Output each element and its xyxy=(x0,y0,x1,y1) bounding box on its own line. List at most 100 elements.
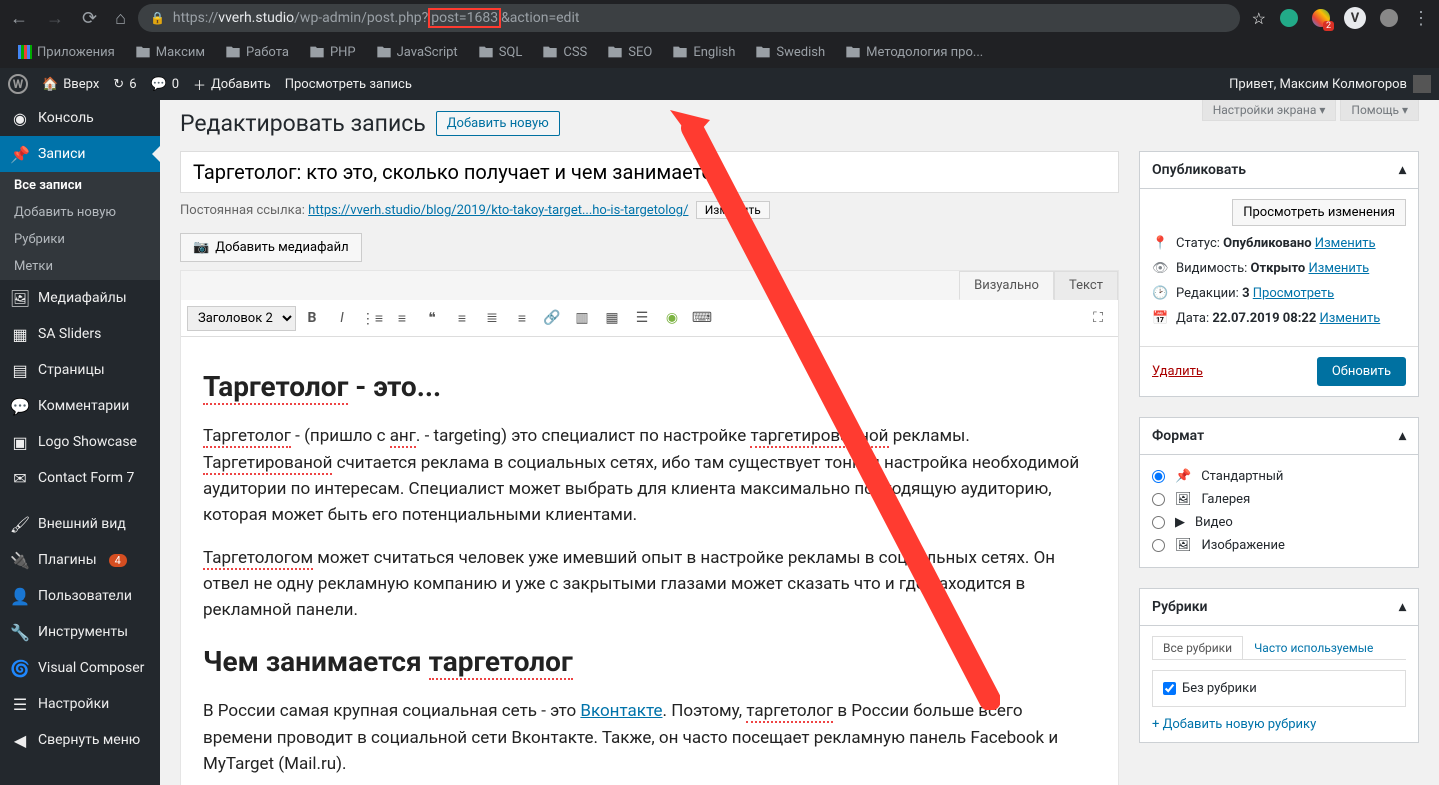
submenu-categories[interactable]: Рубрики xyxy=(0,226,160,253)
bookmark-folder[interactable]: JavaScript xyxy=(368,42,466,62)
bookmark-folder[interactable]: Методология про... xyxy=(837,42,991,62)
bookmarks-apps[interactable]: Приложения xyxy=(10,43,123,62)
align-left-button[interactable]: ≡ xyxy=(448,304,476,332)
menu-settings[interactable]: ☰Настройки xyxy=(0,686,160,722)
more-button[interactable]: ▥ xyxy=(568,304,596,332)
gallery-icon: 🖼 xyxy=(1175,492,1192,507)
profile-avatar[interactable]: V xyxy=(1344,7,1366,29)
extra-button[interactable]: ◉ xyxy=(658,304,686,332)
link-button[interactable]: 🔗 xyxy=(538,304,566,332)
extension-notifier-icon[interactable] xyxy=(1312,9,1330,27)
publish-panel-header[interactable]: Опубликовать▴ xyxy=(1140,152,1418,189)
menu-contact-form[interactable]: ✉Contact Form 7 xyxy=(0,460,160,496)
menu-dashboard[interactable]: ◉Консоль xyxy=(0,100,160,136)
preview-changes-button[interactable]: Просмотреть изменения xyxy=(1232,199,1406,226)
update-button[interactable]: Обновить xyxy=(1317,357,1406,386)
category-checkbox[interactable] xyxy=(1163,682,1176,695)
adminbar-view-post[interactable]: Просмотреть запись xyxy=(285,77,412,92)
dashboard-icon: ◉ xyxy=(10,108,30,128)
menu-pages[interactable]: ▤Страницы xyxy=(0,352,160,388)
wp-logo-icon[interactable]: W xyxy=(8,74,28,94)
readmore-button[interactable]: ☰ xyxy=(628,304,656,332)
user-avatar-icon[interactable] xyxy=(1413,75,1431,93)
categories-panel-header[interactable]: Рубрики▴ xyxy=(1140,589,1418,626)
bookmark-star-icon[interactable]: ☆ xyxy=(1252,9,1266,28)
menu-media[interactable]: 🖼Медиафайлы xyxy=(0,280,160,316)
permalink-edit-button[interactable]: Изменить xyxy=(696,201,770,219)
url-text: https://vverh.studio/wp-admin/post.php?p… xyxy=(173,10,580,26)
delete-link[interactable]: Удалить xyxy=(1152,364,1203,379)
adminbar-updates[interactable]: ↻6 xyxy=(113,77,136,92)
adminbar-add[interactable]: ＋Добавить xyxy=(193,75,271,94)
bookmark-folder[interactable]: Работа xyxy=(217,42,297,62)
adminbar-site[interactable]: 🏠Вверх xyxy=(42,77,99,92)
screen-options-button[interactable]: Настройки экрана ▾ xyxy=(1202,100,1337,121)
format-gallery-radio[interactable] xyxy=(1152,493,1165,506)
adminbar-comments[interactable]: 💬0 xyxy=(151,77,180,92)
format-select[interactable]: Заголовок 2 xyxy=(187,306,296,331)
add-new-button[interactable]: Добавить новую xyxy=(436,111,560,136)
editor-tab-visual[interactable]: Визуально xyxy=(959,271,1054,300)
categories-tab-all[interactable]: Все рубрики xyxy=(1152,636,1243,659)
reload-button[interactable]: ⟳ xyxy=(82,8,97,29)
bookmark-folder[interactable]: Максим xyxy=(127,42,213,62)
menu-sa-sliders[interactable]: ▦SA Sliders xyxy=(0,316,160,352)
date-edit-link[interactable]: Изменить xyxy=(1320,311,1381,326)
bookmark-folder[interactable]: Swedish xyxy=(747,42,833,62)
menu-collapse[interactable]: ◀Свернуть меню xyxy=(0,722,160,758)
format-standard-radio[interactable] xyxy=(1152,470,1165,483)
menu-logo-showcase[interactable]: ▣Logo Showcase xyxy=(0,424,160,460)
submenu-add-new[interactable]: Добавить новую xyxy=(0,199,160,226)
bookmark-folder[interactable]: PHP xyxy=(301,42,364,62)
extension-icon[interactable] xyxy=(1380,9,1398,27)
table-button[interactable]: ▦ xyxy=(598,304,626,332)
extension-icon[interactable] xyxy=(1280,9,1298,27)
toolbar-toggle-button[interactable]: ⌨ xyxy=(688,304,716,332)
format-video-radio[interactable] xyxy=(1152,516,1165,529)
menu-appearance[interactable]: 🖌Внешний вид xyxy=(0,506,160,542)
post-title-input[interactable] xyxy=(180,151,1119,193)
menu-comments[interactable]: 💬Комментарии xyxy=(0,388,160,424)
quote-button[interactable]: ❝ xyxy=(418,304,446,332)
page-icon: ▤ xyxy=(10,360,30,380)
permalink-url[interactable]: https://vverh.studio/blog/2019/kto-takoy… xyxy=(308,203,688,218)
browser-menu-icon[interactable]: ⋮ xyxy=(1412,8,1429,29)
menu-users[interactable]: 👤Пользователи xyxy=(0,578,160,614)
submenu-all-posts[interactable]: Все записи xyxy=(0,172,160,199)
status-edit-link[interactable]: Изменить xyxy=(1315,236,1376,251)
visibility-edit-link[interactable]: Изменить xyxy=(1309,261,1370,276)
fullscreen-button[interactable]: ⛶ xyxy=(1084,304,1112,332)
categories-tab-frequent[interactable]: Часто используемые xyxy=(1243,636,1384,659)
revisions-link[interactable]: Просмотреть xyxy=(1253,286,1334,301)
bookmark-folder[interactable]: SQL xyxy=(470,42,531,62)
brush-icon: 🖌 xyxy=(10,514,30,534)
editor-body[interactable]: Таргетолог - это... Таргетолог - (пришло… xyxy=(181,337,1118,785)
format-panel-header[interactable]: Формат▴ xyxy=(1140,418,1418,455)
home-button[interactable]: ⌂ xyxy=(115,8,126,29)
editor-tab-text[interactable]: Текст xyxy=(1054,271,1118,300)
bookmark-folder[interactable]: CSS xyxy=(534,42,595,62)
menu-visual-composer[interactable]: 🌀Visual Composer xyxy=(0,650,160,686)
menu-tools[interactable]: 🔧Инструменты xyxy=(0,614,160,650)
number-list-button[interactable]: ≡ xyxy=(388,304,416,332)
bookmark-folder[interactable]: English xyxy=(664,42,743,62)
user-icon: 👤 xyxy=(10,586,30,606)
format-panel: Формат▴ 📌Стандартный 🖼Галерея ▶Видео 🖼Из… xyxy=(1139,417,1419,568)
url-bar[interactable]: 🔒 https://vverh.studio/wp-admin/post.php… xyxy=(138,4,1240,32)
format-image-radio[interactable] xyxy=(1152,539,1165,552)
menu-posts[interactable]: 📌Записи xyxy=(0,136,160,172)
help-button[interactable]: Помощь ▾ xyxy=(1340,100,1419,121)
adminbar-greeting[interactable]: Привет, Максим Колмогоров xyxy=(1229,77,1407,92)
bold-button[interactable]: B xyxy=(298,304,326,332)
back-button[interactable]: ← xyxy=(10,8,28,29)
align-right-button[interactable]: ≡ xyxy=(508,304,536,332)
add-category-link[interactable]: + Добавить новую рубрику xyxy=(1152,717,1316,732)
bookmark-folder[interactable]: SEO xyxy=(599,42,660,62)
forward-button[interactable]: → xyxy=(46,8,64,29)
italic-button[interactable]: I xyxy=(328,304,356,332)
bullet-list-button[interactable]: ⋮≡ xyxy=(358,304,386,332)
align-center-button[interactable]: ≣ xyxy=(478,304,506,332)
submenu-tags[interactable]: Метки xyxy=(0,253,160,280)
menu-plugins[interactable]: 🔌Плагины4 xyxy=(0,542,160,578)
add-media-button[interactable]: 📷Добавить медиафайл xyxy=(180,233,362,262)
